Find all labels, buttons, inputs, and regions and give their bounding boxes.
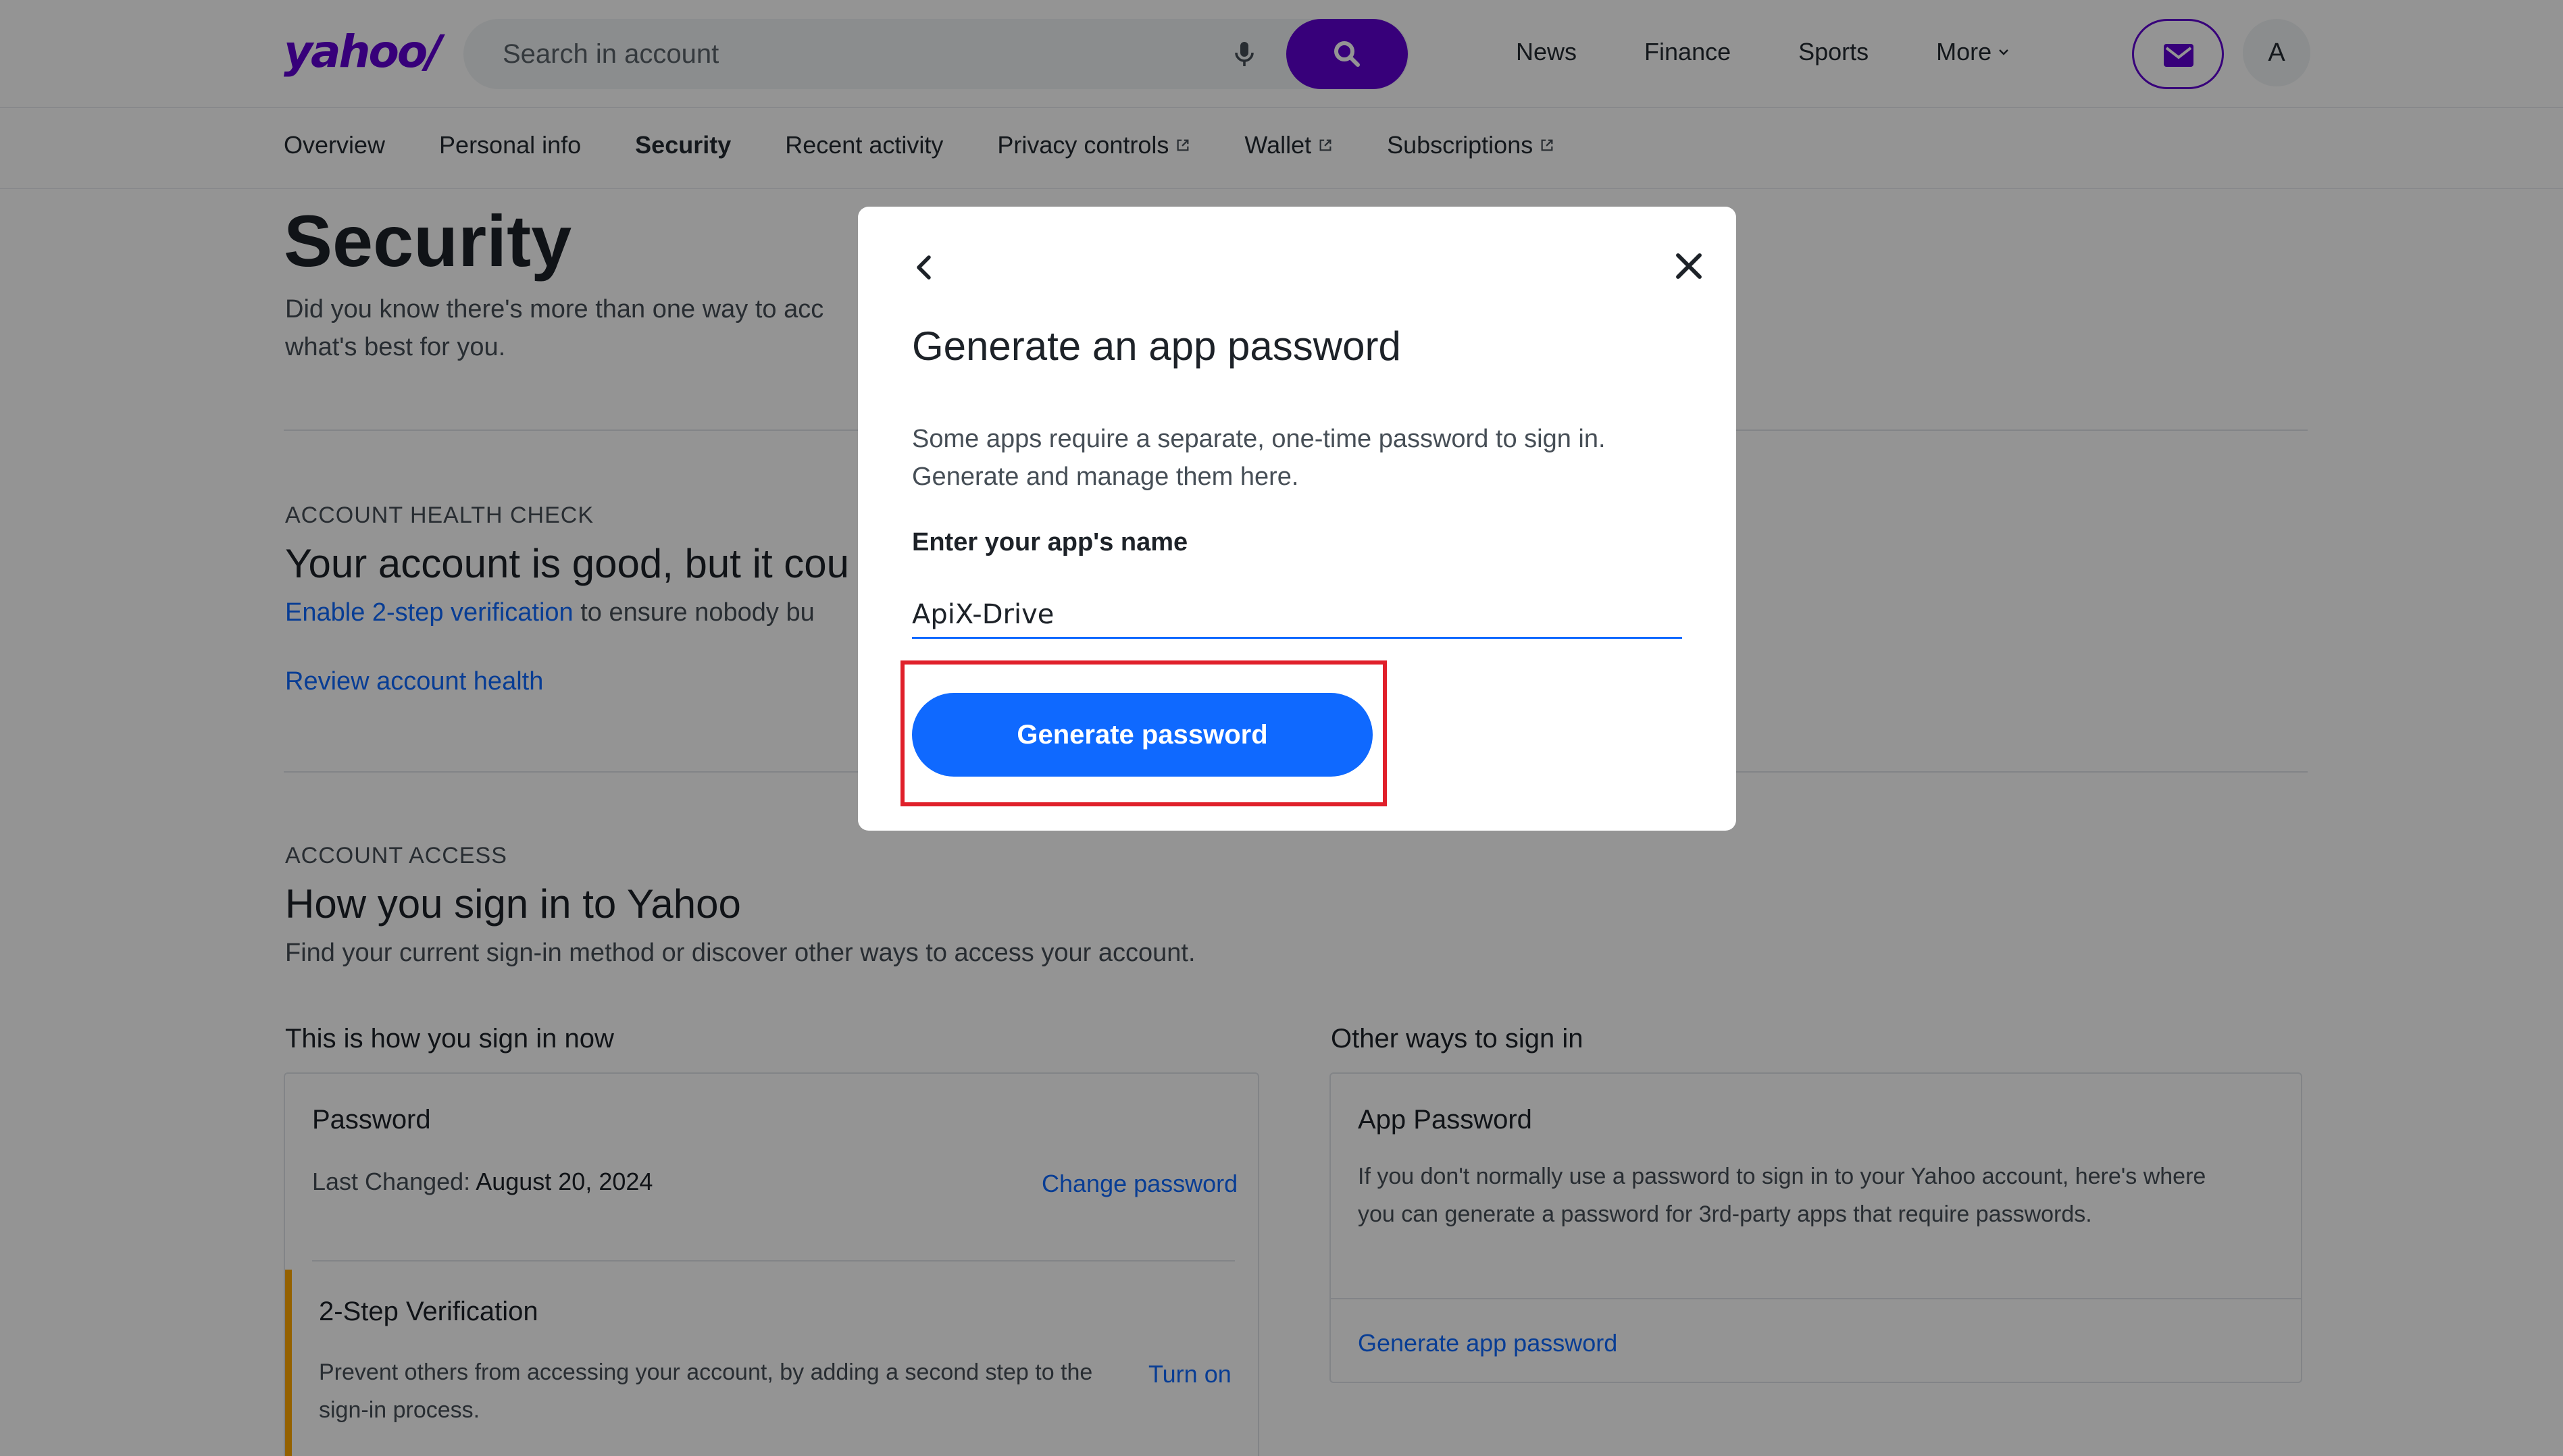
app-name-label: Enter your app's name (912, 528, 1188, 556)
dialog-description-line: Generate and manage them here. (912, 463, 1299, 491)
app-name-input[interactable] (912, 592, 1682, 639)
dialog-title: Generate an app password (912, 323, 1401, 369)
back-arrow-icon[interactable] (905, 247, 946, 288)
close-icon[interactable] (1667, 244, 1710, 288)
dialog-description-line: Some apps require a separate, one-time p… (912, 425, 1606, 453)
dialog-description: Some apps require a separate, one-time p… (912, 420, 1689, 496)
highlight-annotation (900, 660, 1387, 806)
